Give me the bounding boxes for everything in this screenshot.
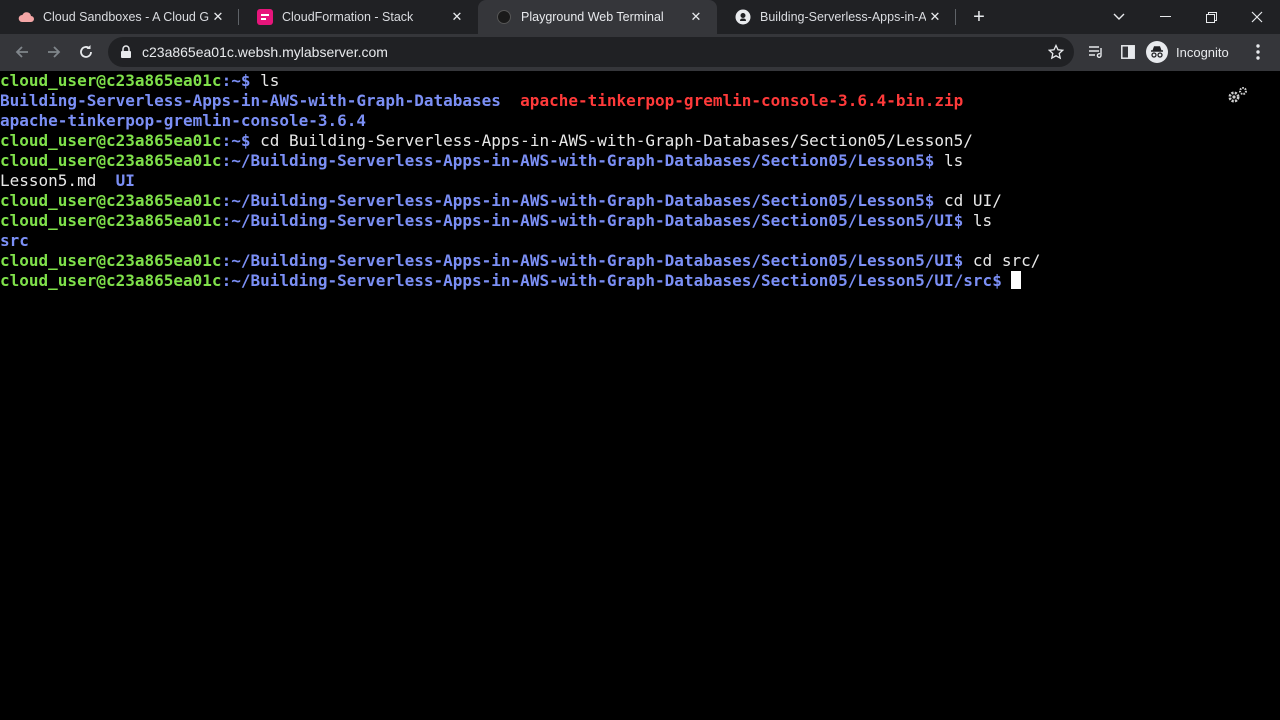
- terminal-line: cloud_user@c23a865ea01c:~$ cd Building-S…: [0, 131, 1280, 151]
- reload-icon[interactable]: [70, 36, 102, 68]
- prompt-user-host: cloud_user@c23a865ea01c: [0, 131, 222, 150]
- prompt-user-host: cloud_user@c23a865ea01c: [0, 211, 222, 230]
- cloudformation-icon: [257, 9, 273, 25]
- prompt-user-host: cloud_user@c23a865ea01c: [0, 271, 222, 290]
- lock-icon[interactable]: [120, 45, 132, 59]
- prompt-path: :~/Building-Serverless-Apps-in-AWS-with-…: [221, 151, 945, 170]
- command-text: ls: [944, 151, 964, 170]
- tab-title: Cloud Sandboxes - A Cloud Guru: [43, 10, 209, 24]
- directory-entry: src: [0, 231, 29, 250]
- close-tab-icon[interactable]: ✕: [448, 8, 466, 26]
- archive-entry: apache-tinkerpop-gremlin-console-3.6.4-b…: [520, 91, 964, 110]
- forward-icon[interactable]: [38, 36, 70, 68]
- address-bar[interactable]: c23a865ea01c.websh.mylabserver.com: [108, 37, 1074, 67]
- tab-title: Building-Serverless-Apps-in-AWS: [760, 10, 926, 24]
- terminal-favicon: [496, 9, 512, 25]
- command-text: cd src/: [972, 251, 1041, 270]
- terminal-line: cloud_user@c23a865ea01c:~/Building-Serve…: [0, 191, 1280, 211]
- prompt-path: :~/Building-Serverless-Apps-in-AWS-with-…: [221, 211, 973, 230]
- close-tab-icon[interactable]: ✕: [926, 8, 944, 26]
- back-icon[interactable]: [6, 36, 38, 68]
- terminal-cursor: [1011, 271, 1022, 289]
- media-controls-icon[interactable]: [1080, 36, 1112, 68]
- incognito-profile-button[interactable]: Incognito: [1146, 38, 1229, 66]
- prompt-user-host: cloud_user@c23a865ea01c: [0, 251, 222, 270]
- restore-icon[interactable]: [1188, 0, 1234, 34]
- prompt-user-host: cloud_user@c23a865ea01c: [0, 71, 222, 90]
- prompt-path: :~/Building-Serverless-Apps-in-AWS-with-…: [221, 271, 1012, 290]
- directory-entry: Building-Serverless-Apps-in-AWS-with-Gra…: [0, 91, 501, 110]
- terminal-line: cloud_user@c23a865ea01c:~/Building-Serve…: [0, 251, 1280, 271]
- directory-entry: apache-tinkerpop-gremlin-console-3.6.4: [0, 111, 367, 130]
- close-tab-icon[interactable]: ✕: [687, 8, 705, 26]
- spacing: [96, 171, 115, 190]
- tab-search-icon[interactable]: [1096, 0, 1142, 34]
- side-panel-icon[interactable]: [1112, 36, 1144, 68]
- terminal-line: Building-Serverless-Apps-in-AWS-with-Gra…: [0, 91, 1280, 111]
- command-text: ls: [972, 211, 993, 230]
- terminal-line: src: [0, 231, 1280, 251]
- terminal-line: cloud_user@c23a865ea01c:~/Building-Serve…: [0, 211, 1280, 231]
- directory-entry: UI: [115, 171, 135, 190]
- tab-cloudformation[interactable]: CloudFormation - Stack ✕: [239, 0, 478, 34]
- command-text: cd Building-Serverless-Apps-in-AWS-with-…: [260, 131, 973, 150]
- tab-playground-terminal[interactable]: Playground Web Terminal ✕: [478, 0, 717, 34]
- file-entry: Lesson5.md: [0, 171, 97, 190]
- url-text: c23a865ea01c.websh.mylabserver.com: [142, 44, 388, 60]
- cloud-icon: [18, 9, 34, 25]
- terminal-line: cloud_user@c23a865ea01c:~$ ls: [0, 71, 1280, 91]
- tab-github[interactable]: Building-Serverless-Apps-in-AWS ✕: [717, 0, 956, 34]
- terminal-line: Lesson5.md UI: [0, 171, 1280, 191]
- terminal-output: cloud_user@c23a865ea01c:~$ ls Building-Se…: [0, 71, 1280, 291]
- browser-toolbar: c23a865ea01c.websh.mylabserver.com Incog…: [0, 34, 1280, 71]
- spacing: [501, 91, 520, 110]
- bookmark-star-icon[interactable]: [1048, 44, 1064, 60]
- terminal-line: cloud_user@c23a865ea01c:~/Building-Serve…: [0, 151, 1280, 171]
- close-tab-icon[interactable]: ✕: [209, 8, 227, 26]
- command-text: ls: [260, 71, 280, 90]
- new-tab-button[interactable]: +: [964, 0, 994, 34]
- prompt-path: :~$: [221, 71, 261, 90]
- prompt-path: :~$: [221, 131, 261, 150]
- prompt-user-host: cloud_user@c23a865ea01c: [0, 151, 222, 170]
- github-icon: [735, 9, 751, 25]
- prompt-path: :~/Building-Serverless-Apps-in-AWS-with-…: [221, 191, 945, 210]
- tab-title: CloudFormation - Stack: [282, 10, 414, 24]
- tab-separator: [955, 9, 956, 25]
- tab-cloud-sandboxes[interactable]: Cloud Sandboxes - A Cloud Guru ✕: [0, 0, 239, 34]
- prompt-user-host: cloud_user@c23a865ea01c: [0, 191, 222, 210]
- command-text: cd UI/: [944, 191, 1002, 210]
- terminal[interactable]: cloud_user@c23a865ea01c:~$ ls Building-Se…: [0, 71, 1280, 720]
- settings-gear-icon[interactable]: [1227, 86, 1249, 109]
- tab-title: Playground Web Terminal: [521, 10, 664, 24]
- tab-strip: Cloud Sandboxes - A Cloud Guru ✕ CloudFo…: [0, 0, 1280, 34]
- incognito-icon: [1146, 41, 1168, 63]
- terminal-line: apache-tinkerpop-gremlin-console-3.6.4: [0, 111, 1280, 131]
- prompt-path: :~/Building-Serverless-Apps-in-AWS-with-…: [221, 251, 973, 270]
- incognito-label: Incognito: [1176, 44, 1229, 60]
- menu-kebab-icon[interactable]: [1242, 36, 1274, 68]
- close-window-icon[interactable]: [1234, 0, 1280, 34]
- terminal-line: cloud_user@c23a865ea01c:~/Building-Serve…: [0, 271, 1280, 291]
- minimize-icon[interactable]: [1142, 0, 1188, 34]
